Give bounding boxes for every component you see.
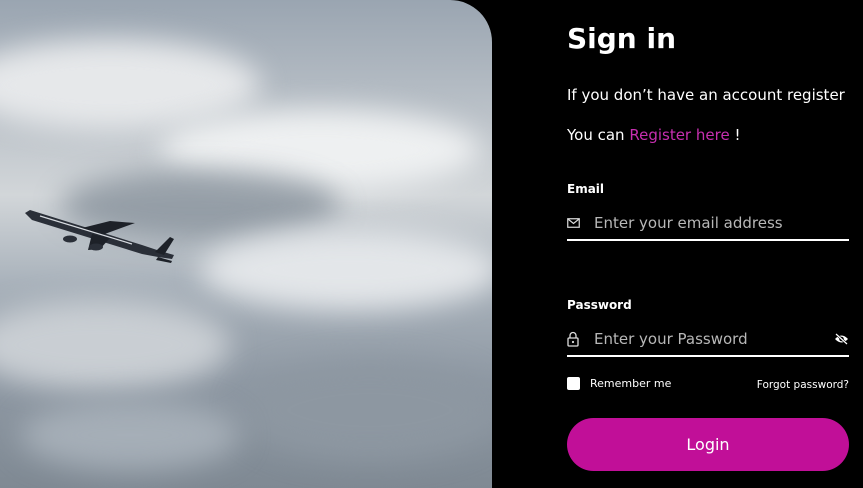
- eye-slash-icon[interactable]: [831, 333, 849, 345]
- page-title: Sign in: [567, 22, 677, 55]
- login-button[interactable]: Login: [567, 418, 849, 471]
- remember-me-label: Remember me: [590, 377, 672, 390]
- cloud-shape: [0, 300, 230, 390]
- forgot-password-link[interactable]: Forgot password?: [757, 379, 849, 391]
- register-intro: If you don’t have an account register: [567, 86, 845, 104]
- email-input[interactable]: [594, 214, 849, 232]
- password-field-container: [567, 323, 849, 357]
- sign-in-form: Sign in If you don’t have an account reg…: [567, 0, 849, 488]
- lock-icon: [567, 331, 594, 347]
- email-field-container: [567, 207, 849, 241]
- cloud-shape: [200, 230, 492, 310]
- airplane-icon: [25, 210, 174, 263]
- cloud-shape: [0, 40, 260, 130]
- envelope-icon: [567, 218, 594, 228]
- register-prompt: You can Register here !: [567, 126, 740, 144]
- register-suffix: !: [729, 126, 741, 144]
- remember-me-checkbox[interactable]: [567, 377, 580, 390]
- register-prefix: You can: [567, 126, 630, 144]
- password-label: Password: [567, 298, 632, 312]
- password-input[interactable]: [594, 330, 831, 348]
- remember-me-option: Remember me: [567, 377, 671, 390]
- cloud-shape: [240, 360, 492, 460]
- email-label: Email: [567, 182, 605, 196]
- hero-photo: [0, 0, 492, 488]
- cloud-shape: [20, 400, 240, 470]
- register-link[interactable]: Register here: [629, 126, 729, 144]
